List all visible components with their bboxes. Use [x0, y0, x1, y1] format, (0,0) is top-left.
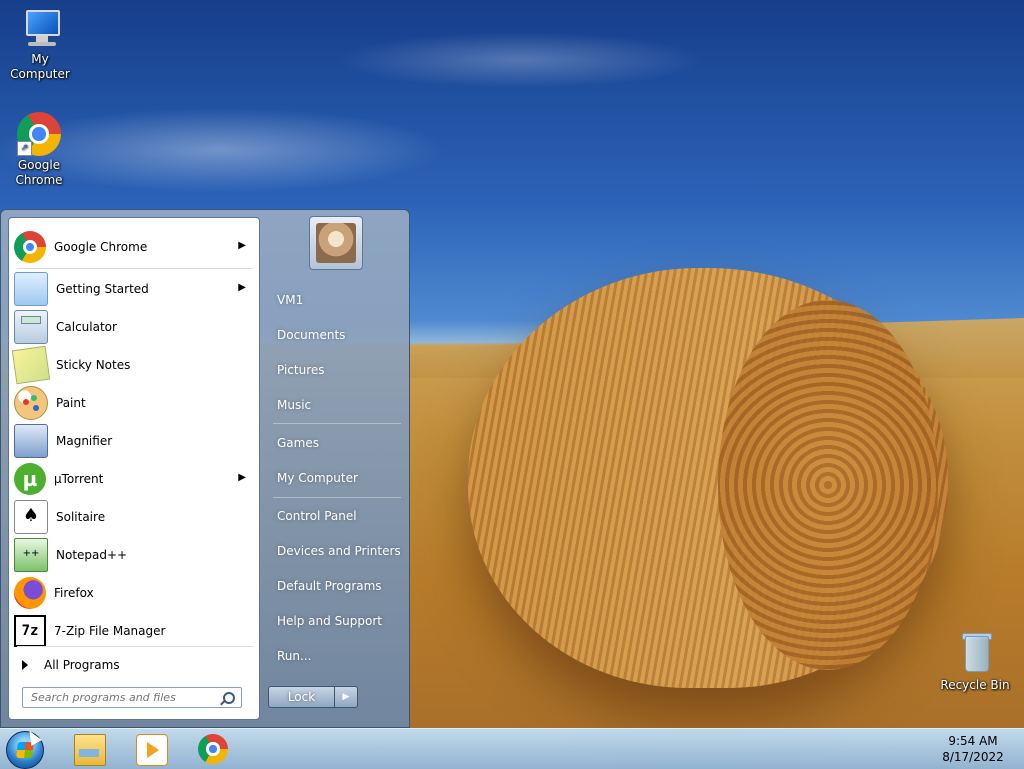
chrome-icon — [14, 231, 46, 263]
program-solitaire[interactable]: ♠ Solitaire — [12, 499, 256, 535]
paint-icon — [14, 386, 48, 420]
search-icon[interactable] — [223, 692, 235, 704]
lock-options-arrow-icon[interactable]: ▶ — [334, 687, 357, 707]
taskbar: 9:54 AM 8/17/2022 — [0, 728, 1024, 769]
right-item-user[interactable]: VM1 — [277, 289, 401, 311]
desktop-icon-label: My Computer — [10, 52, 70, 81]
clock-time: 9:54 AM — [948, 734, 998, 748]
submenu-arrow-icon: ▶ — [238, 472, 246, 483]
program-7zip[interactable]: 7z 7-Zip File Manager — [12, 613, 256, 649]
program-label: Notepad++ — [56, 548, 128, 562]
program-paint[interactable]: Paint — [12, 385, 256, 421]
program-magnifier[interactable]: Magnifier — [12, 423, 256, 459]
right-item-my-computer[interactable]: My Computer — [277, 467, 401, 489]
recycle-bin-icon — [953, 632, 997, 676]
desktop-icon-google-chrome[interactable]: ➚ Google Chrome — [0, 112, 79, 188]
program-label: µTorrent — [54, 472, 104, 486]
system-clock[interactable]: 9:54 AM 8/17/2022 — [930, 733, 1016, 765]
sticky-notes-icon — [11, 345, 51, 385]
program-label: Google Chrome — [54, 240, 148, 254]
all-programs-button[interactable]: All Programs — [12, 651, 256, 679]
separator — [17, 268, 253, 269]
user-picture[interactable] — [309, 216, 363, 270]
program-firefox[interactable]: Firefox — [12, 575, 256, 611]
program-label: Calculator — [56, 320, 117, 334]
right-item-music[interactable]: Music — [277, 394, 401, 416]
right-item-control-panel[interactable]: Control Panel — [277, 505, 401, 527]
desktop-icon-recycle-bin[interactable]: Recycle Bin — [935, 632, 1015, 693]
program-label: Sticky Notes — [56, 358, 131, 372]
right-item-games[interactable]: Games — [277, 432, 401, 454]
chrome-icon: ➚ — [17, 112, 61, 156]
search-box[interactable] — [22, 687, 242, 708]
program-calculator[interactable]: Calculator — [12, 309, 256, 345]
media-player-icon[interactable] — [136, 734, 168, 766]
right-item-documents[interactable]: Documents — [277, 324, 401, 346]
chrome-icon[interactable] — [198, 734, 228, 764]
magnifier-icon — [14, 424, 48, 458]
program-label: Solitaire — [56, 510, 106, 524]
search-input[interactable] — [29, 690, 213, 705]
calculator-icon — [14, 310, 48, 344]
program-getting-started[interactable]: Getting Started ▶ — [12, 271, 256, 307]
utorrent-icon: µ — [14, 463, 46, 495]
expand-arrow-icon — [22, 660, 28, 670]
lock-button[interactable]: Lock — [269, 687, 334, 707]
lock-button-group: Lock ▶ — [268, 686, 358, 708]
start-menu: Google Chrome ▶ Getting Started ▶ Calcul… — [0, 209, 410, 728]
program-google-chrome[interactable]: Google Chrome ▶ — [12, 229, 256, 265]
right-item-pictures[interactable]: Pictures — [277, 359, 401, 381]
computer-icon — [18, 6, 62, 50]
program-notepad-plus-plus[interactable]: ++ Notepad++ — [12, 537, 256, 573]
program-sticky-notes[interactable]: Sticky Notes — [11, 345, 256, 385]
desktop-icon-label: Google Chrome — [15, 158, 63, 187]
firefox-icon — [14, 577, 46, 609]
clock-date: 8/17/2022 — [942, 750, 1004, 764]
separator — [17, 646, 253, 647]
user-photo-kitten — [316, 223, 356, 263]
right-item-run[interactable]: Run... — [277, 645, 401, 667]
right-item-devices-printers[interactable]: Devices and Printers — [277, 540, 401, 562]
right-item-default-programs[interactable]: Default Programs — [277, 575, 401, 597]
shortcut-arrow-icon: ➚ — [17, 141, 32, 156]
right-item-help-support[interactable]: Help and Support — [277, 610, 401, 632]
start-menu-programs-pane: Google Chrome ▶ Getting Started ▶ Calcul… — [8, 217, 260, 720]
program-label: 7-Zip File Manager — [54, 624, 166, 638]
separator — [273, 497, 401, 498]
program-label: Paint — [56, 396, 86, 410]
desktop-icon-my-computer[interactable]: My Computer — [0, 6, 80, 82]
separator — [273, 423, 401, 424]
7zip-icon: 7z — [14, 615, 46, 647]
file-explorer-icon[interactable] — [74, 734, 106, 766]
program-utorrent[interactable]: µ µTorrent ▶ — [12, 461, 256, 497]
program-label: Magnifier — [56, 434, 113, 448]
wallpaper-hay-bale-face — [718, 300, 938, 670]
notepad-plus-plus-icon: ++ — [14, 538, 48, 572]
submenu-arrow-icon: ▶ — [238, 282, 246, 293]
getting-started-icon — [14, 272, 48, 306]
all-programs-label: All Programs — [44, 658, 120, 672]
submenu-arrow-icon: ▶ — [238, 240, 246, 251]
solitaire-icon: ♠ — [14, 500, 48, 534]
desktop-icon-label: Recycle Bin — [940, 678, 1010, 692]
program-label: Getting Started — [56, 282, 149, 296]
program-label: Firefox — [54, 586, 94, 600]
